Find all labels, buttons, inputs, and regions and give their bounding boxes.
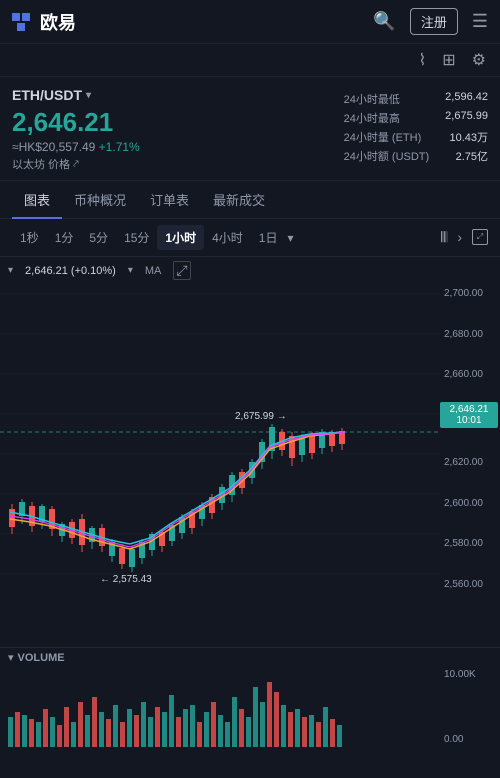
toolbar: ⌇ ⊞ ⚙ [0,44,500,77]
tab-trades[interactable]: 最新成交 [201,181,277,219]
chart-toggle-icon[interactable]: ▾ [8,265,13,276]
chart-expand-icon[interactable]: ⤢ [173,261,190,280]
eth-label: 以太坊 价格 ⤤ [12,156,344,172]
tab-4h[interactable]: 4小时 [204,225,251,250]
logo: 欧易 [12,9,76,35]
volume-bars [0,667,440,747]
ma-label: MA [145,265,162,277]
y-label-8: 2,560.00 [444,579,498,590]
y-label-5: 2,620.00 [444,457,498,468]
y-label-2: 2,680.00 [444,329,498,340]
tab-1s[interactable]: 1秒 [12,225,47,250]
tab-chart[interactable]: 图表 [12,181,62,219]
pair-name[interactable]: ETH/USDT ▾ [12,87,344,103]
ma-toggle-icon[interactable]: ▾ [128,265,133,276]
logo-text: 欧易 [40,9,76,35]
current-price-wrapper: 2,640.00 2,646.21 10:01 [444,410,498,428]
pair-chevron-icon: ▾ [86,90,91,101]
y-label-6: 2,600.00 [444,498,498,509]
volume-label: VOLUME [18,652,65,664]
price-stats: 24小时最低 2,596.42 24小时最高 2,675.99 24小时量 (E… [344,87,488,172]
chart-line-icon[interactable]: ⌇ [418,50,426,70]
vol-label-bottom: 0.00 [444,734,498,745]
chart-info-bar: ▾ 2,646.21 (+0.10%) ▾ MA ⤢ [0,257,500,284]
chart-svg-wrapper: 2,675.99 → ← 2,575.43 2,700.00 2,680.00 … [0,284,500,594]
chart-price-label: 2,646.21 (+0.10%) [25,265,116,277]
volume-label-bar: ▾ VOLUME [0,648,500,667]
hk-price: ≈HK$20,557.49 +1.71% [12,140,344,154]
tab-1d[interactable]: 1日 [251,225,286,250]
y-axis-labels: 2,700.00 2,680.00 2,660.00 2,640.00 2,64… [442,284,500,594]
volume-section: ▾ VOLUME [0,647,500,757]
search-icon[interactable]: 🔍 [373,11,395,32]
svg-text:← 2,575.43: ← 2,575.43 [100,574,152,585]
y-label-7: 2,580.00 [444,538,498,549]
main-tabs: 图表 币种概况 订单表 最新成交 [0,181,500,219]
tab-orderbook[interactable]: 订单表 [138,181,201,219]
volume-chart: 10.00K 0.00 [0,667,500,747]
tab-15m[interactable]: 15分 [116,225,157,250]
y-label-3: 2,660.00 [444,369,498,380]
register-button[interactable]: 注册 [410,8,458,35]
price-left: ETH/USDT ▾ 2,646.21 ≈HK$20,557.49 +1.71%… [12,87,344,172]
y-label-1: 2,700.00 [444,288,498,299]
stat-label-3: 24小时额 (USDT) [344,148,430,164]
price-change: +1.71% [99,140,140,154]
external-link-icon: ⤤ [73,159,79,170]
tab-overview[interactable]: 币种概况 [62,181,138,219]
logo-icon [12,13,34,31]
stat-label-2: 24小时量 (ETH) [344,129,430,145]
main-price: 2,646.21 [12,107,344,138]
stat-label-1: 24小时最高 [344,110,430,126]
stat-value-1: 2,675.99 [445,110,488,126]
dropdown-icon[interactable]: ▾ [285,231,295,245]
tab-5m[interactable]: 5分 [81,225,116,250]
tab-1m[interactable]: 1分 [47,225,82,250]
stat-value-3: 2.75亿 [445,148,488,164]
chart-container: ▾ 2,646.21 (+0.10%) ▾ MA ⤢ [0,257,500,647]
layout-icon[interactable]: ⊞ [442,50,455,70]
vol-label-top: 10.00K [444,669,498,680]
tab-1h[interactable]: 1小时 [157,225,204,250]
settings-icon[interactable]: ⚙ [472,50,486,70]
forward-icon[interactable]: › [457,229,462,246]
stat-value-2: 10.43万 [445,129,488,145]
volume-toggle-icon[interactable]: ▾ [8,651,14,664]
price-section: ETH/USDT ▾ 2,646.21 ≈HK$20,557.49 +1.71%… [0,77,500,181]
chart-tools: 𝄃𝄃 › ⤢ [441,229,488,246]
current-price-badge: 2,646.21 10:01 [440,402,498,428]
time-tabs: 1秒 1分 5分 15分 1小时 4小时 1日 ▾ 𝄃𝄃 › ⤢ [0,219,500,257]
header: 欧易 🔍 注册 ☰ [0,0,500,44]
menu-icon[interactable]: ☰ [472,11,488,32]
stat-label-0: 24小时最低 [344,91,430,107]
fullscreen-icon[interactable]: ⤢ [472,229,488,245]
candlestick-chart: 2,675.99 → ← 2,575.43 [0,284,440,594]
volume-y-labels: 10.00K 0.00 [442,667,500,747]
candle-icon[interactable]: 𝄃𝄃 [441,229,447,246]
header-right: 🔍 注册 ☰ [373,8,488,35]
stat-value-0: 2,596.42 [445,91,488,107]
svg-text:2,675.99 →: 2,675.99 → [235,411,287,422]
